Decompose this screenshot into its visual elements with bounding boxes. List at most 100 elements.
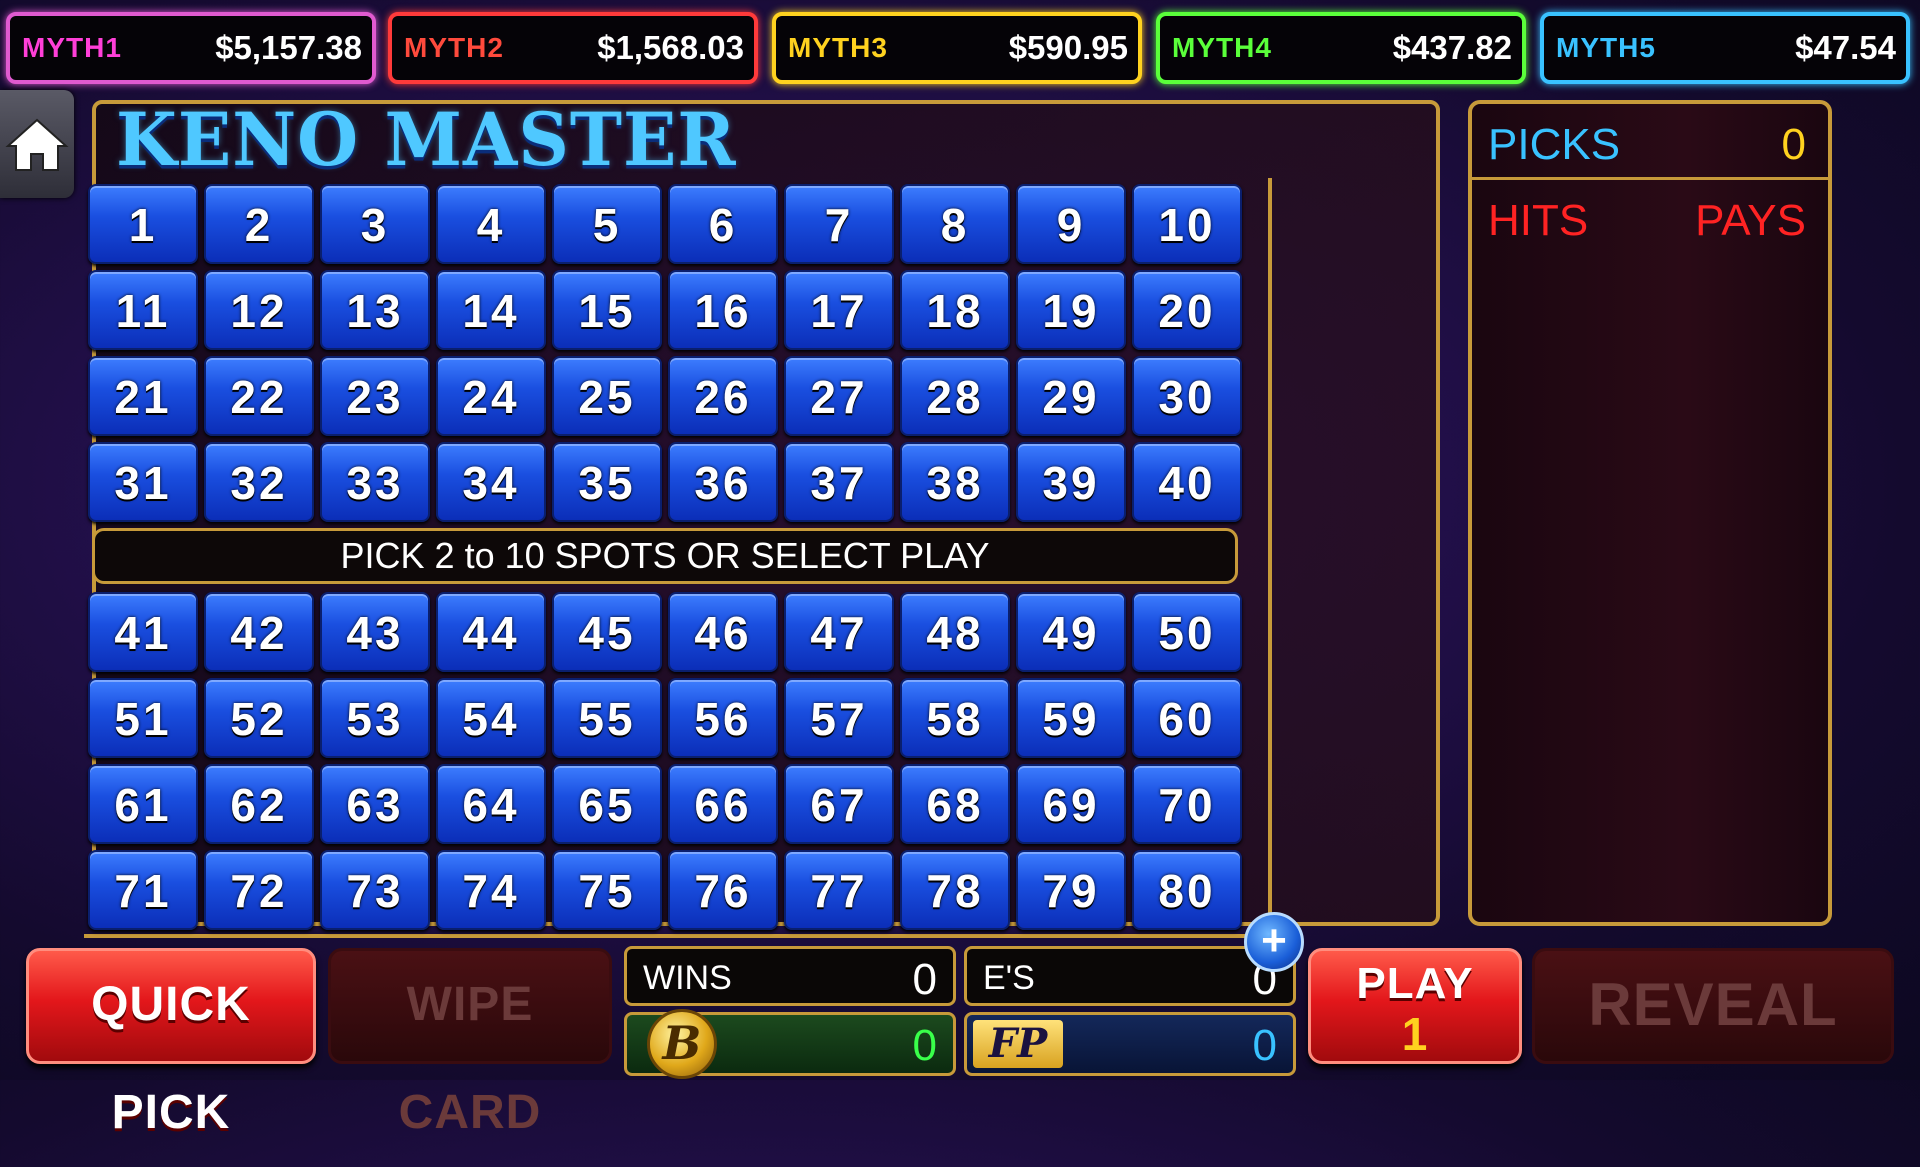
keno-number-cell[interactable]: 31 — [88, 442, 198, 522]
keno-number-cell[interactable]: 64 — [436, 764, 546, 844]
keno-number-cell[interactable]: 29 — [1016, 356, 1126, 436]
keno-number-cell[interactable]: 80 — [1132, 850, 1242, 930]
keno-number-cell[interactable]: 5 — [552, 184, 662, 264]
bonus-coin-icon: B — [647, 1009, 717, 1079]
keno-number-cell[interactable]: 13 — [320, 270, 430, 350]
keno-number-cell[interactable]: 39 — [1016, 442, 1126, 522]
keno-number-cell[interactable]: 54 — [436, 678, 546, 758]
keno-number-cell[interactable]: 48 — [900, 592, 1010, 672]
keno-number-cell[interactable]: 74 — [436, 850, 546, 930]
keno-number-cell[interactable]: 26 — [668, 356, 778, 436]
keno-number-cell[interactable]: 43 — [320, 592, 430, 672]
keno-number-cell[interactable]: 18 — [900, 270, 1010, 350]
keno-number-cell[interactable]: 66 — [668, 764, 778, 844]
keno-number-cell[interactable]: 4 — [436, 184, 546, 264]
keno-number-cell[interactable]: 24 — [436, 356, 546, 436]
keno-number-cell[interactable]: 59 — [1016, 678, 1126, 758]
reveal-button[interactable]: REVEAL — [1532, 948, 1894, 1064]
keno-number-cell[interactable]: 57 — [784, 678, 894, 758]
keno-number-cell[interactable]: 8 — [900, 184, 1010, 264]
keno-number-cell[interactable]: 51 — [88, 678, 198, 758]
keno-number-cell[interactable]: 42 — [204, 592, 314, 672]
keno-number-cell[interactable]: 46 — [668, 592, 778, 672]
keno-number-cell[interactable]: 11 — [88, 270, 198, 350]
wipe-card-button[interactable]: WIPE CARD — [328, 948, 612, 1139]
keno-number-cell[interactable]: 45 — [552, 592, 662, 672]
keno-number-cell[interactable]: 3 — [320, 184, 430, 264]
keno-number-cell[interactable]: 76 — [668, 850, 778, 930]
keno-number-cell[interactable]: 33 — [320, 442, 430, 522]
keno-number-cell[interactable]: 19 — [1016, 270, 1126, 350]
keno-number-cell[interactable]: 32 — [204, 442, 314, 522]
keno-number-cell[interactable]: 9 — [1016, 184, 1126, 264]
keno-number-cell[interactable]: 62 — [204, 764, 314, 844]
jackpot-myth2: MYTH2 $1,568.03 — [388, 12, 758, 84]
add-credits-button[interactable]: + — [1244, 912, 1304, 972]
keno-number-cell[interactable]: 25 — [552, 356, 662, 436]
picks-row: PICKS 0 — [1472, 104, 1828, 180]
pays-label: PAYS — [1695, 196, 1806, 245]
keno-number-cell[interactable]: 41 — [88, 592, 198, 672]
keno-number-cell[interactable]: 40 — [1132, 442, 1242, 522]
quick-pick-button[interactable]: QUICK PICK — [26, 948, 316, 1139]
keno-number-cell[interactable]: 67 — [784, 764, 894, 844]
wins-value: 0 — [912, 955, 937, 1004]
keno-number-cell[interactable]: 79 — [1016, 850, 1126, 930]
keno-number-cell[interactable]: 21 — [88, 356, 198, 436]
keno-number-cell[interactable]: 61 — [88, 764, 198, 844]
jackpot-bar: MYTH1 $5,157.38 MYTH2 $1,568.03 MYTH3 $5… — [0, 0, 1920, 94]
keno-number-cell[interactable]: 52 — [204, 678, 314, 758]
jackpot-value: $47.54 — [1795, 29, 1896, 66]
keno-number-cell[interactable]: 73 — [320, 850, 430, 930]
keno-number-cell[interactable]: 75 — [552, 850, 662, 930]
keno-number-cell[interactable]: 77 — [784, 850, 894, 930]
keno-number-cell[interactable]: 2 — [204, 184, 314, 264]
keno-number-cell[interactable]: 15 — [552, 270, 662, 350]
keno-number-cell[interactable]: 10 — [1132, 184, 1242, 264]
jackpot-name: MYTH3 — [788, 32, 888, 63]
keno-number-cell[interactable]: 63 — [320, 764, 430, 844]
keno-number-cell[interactable]: 68 — [900, 764, 1010, 844]
keno-number-cell[interactable]: 37 — [784, 442, 894, 522]
keno-number-cell[interactable]: 72 — [204, 850, 314, 930]
keno-number-cell[interactable]: 20 — [1132, 270, 1242, 350]
keno-number-cell[interactable]: 30 — [1132, 356, 1242, 436]
keno-number-cell[interactable]: 44 — [436, 592, 546, 672]
keno-number-cell[interactable]: 50 — [1132, 592, 1242, 672]
keno-number-cell[interactable]: 49 — [1016, 592, 1126, 672]
keno-number-cell[interactable]: 60 — [1132, 678, 1242, 758]
keno-number-cell[interactable]: 34 — [436, 442, 546, 522]
keno-number-cell[interactable]: 16 — [668, 270, 778, 350]
home-button[interactable] — [0, 90, 74, 198]
keno-number-cell[interactable]: 69 — [1016, 764, 1126, 844]
keno-number-cell[interactable]: 71 — [88, 850, 198, 930]
keno-number-cell[interactable]: 27 — [784, 356, 894, 436]
game-title: KENO MASTER — [116, 95, 737, 184]
keno-number-cell[interactable]: 22 — [204, 356, 314, 436]
keno-number-cell[interactable]: 65 — [552, 764, 662, 844]
keno-number-cell[interactable]: 1 — [88, 184, 198, 264]
keno-number-cell[interactable]: 56 — [668, 678, 778, 758]
jackpot-myth4: MYTH4 $437.82 — [1156, 12, 1526, 84]
keno-number-cell[interactable]: 23 — [320, 356, 430, 436]
play-button[interactable]: PLAY 1 — [1308, 948, 1522, 1064]
home-icon — [5, 118, 69, 171]
free-play-value: 0 — [1252, 1021, 1277, 1070]
keno-number-cell[interactable]: 14 — [436, 270, 546, 350]
keno-number-cell[interactable]: 70 — [1132, 764, 1242, 844]
keno-number-cell[interactable]: 35 — [552, 442, 662, 522]
jackpot-value: $590.95 — [1008, 29, 1128, 66]
keno-number-cell[interactable]: 28 — [900, 356, 1010, 436]
keno-number-cell[interactable]: 38 — [900, 442, 1010, 522]
keno-number-cell[interactable]: 55 — [552, 678, 662, 758]
keno-number-cell[interactable]: 36 — [668, 442, 778, 522]
keno-number-cell[interactable]: 47 — [784, 592, 894, 672]
keno-number-cell[interactable]: 53 — [320, 678, 430, 758]
keno-number-cell[interactable]: 6 — [668, 184, 778, 264]
keno-grid-bottom: 41 42 43 44 45 46 47 48 49 50 51 52 53 54 55 56 57 58 59 60… — [88, 592, 1242, 930]
keno-number-cell[interactable]: 58 — [900, 678, 1010, 758]
keno-number-cell[interactable]: 12 — [204, 270, 314, 350]
keno-number-cell[interactable]: 17 — [784, 270, 894, 350]
keno-number-cell[interactable]: 7 — [784, 184, 894, 264]
keno-number-cell[interactable]: 78 — [900, 850, 1010, 930]
